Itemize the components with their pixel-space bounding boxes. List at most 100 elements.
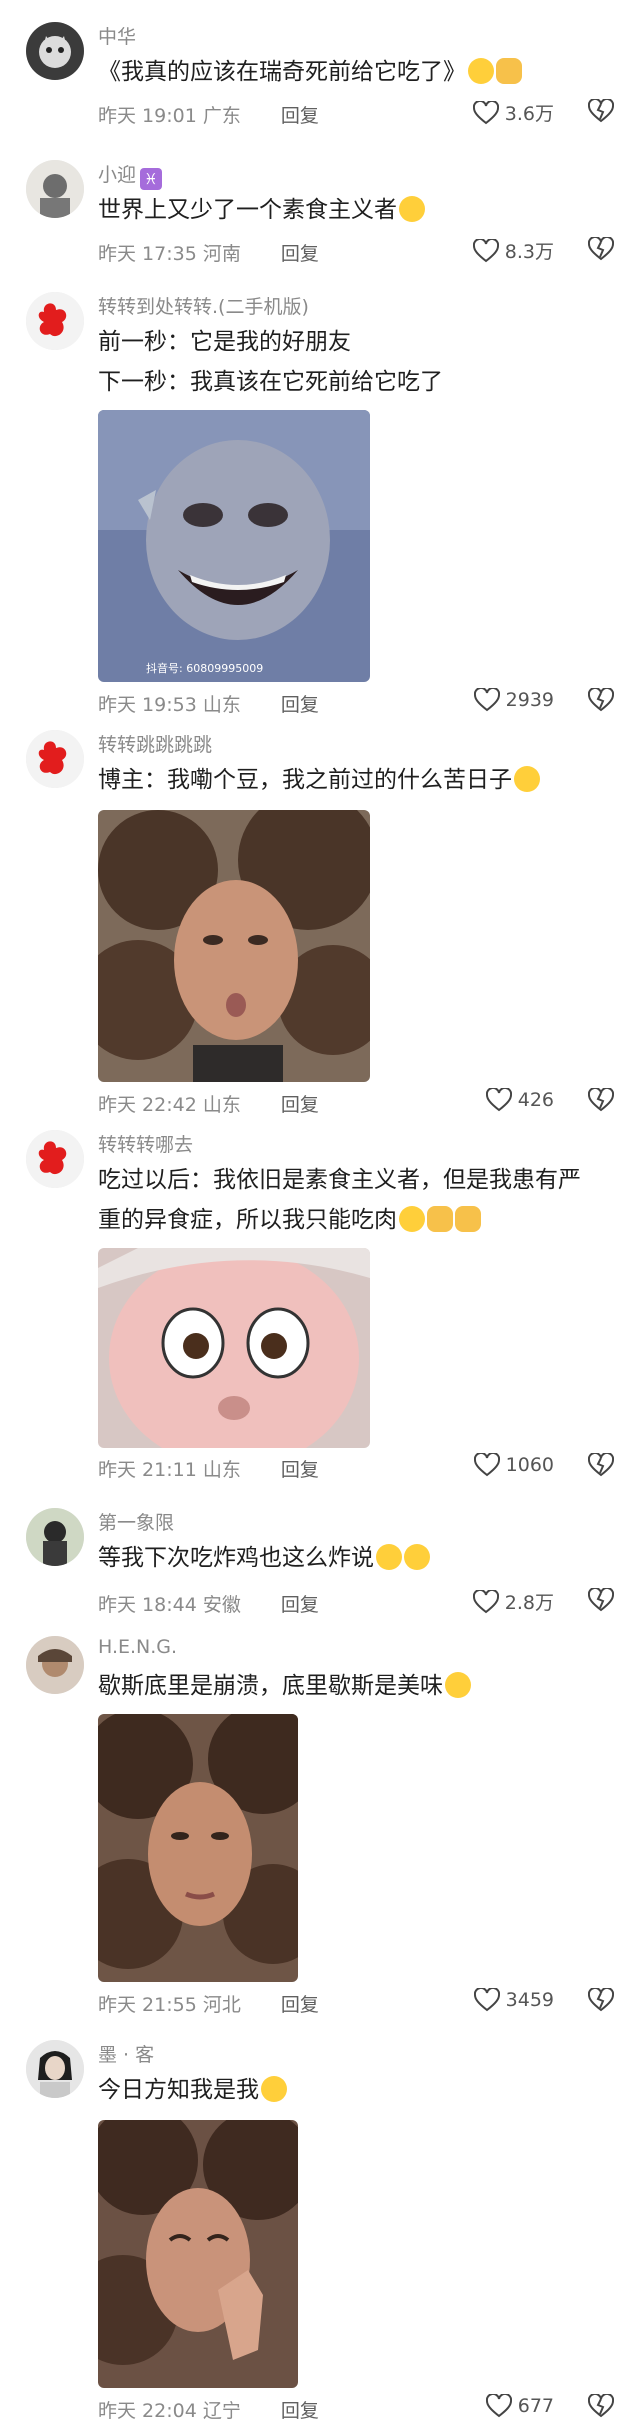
comment-time: 昨天 21:55 xyxy=(98,1994,197,2016)
comment-text: 博主：我嘞个豆，我之前过的什么苦日子 xyxy=(98,760,618,800)
comment-meta: 昨天 21:55 河北 回复 xyxy=(98,1990,319,2017)
comment-text: 歇斯底里是崩溃，底里歇斯是美味 xyxy=(98,1666,618,1706)
like-count: 3.6万 xyxy=(504,103,554,125)
comment-text-line: 吃过以后：我依旧是素食主义者，但是我患有严 xyxy=(98,1167,581,1193)
heart-outline-icon xyxy=(473,688,500,712)
like-button[interactable]: 2939 xyxy=(473,688,554,712)
comment-location: 广东 xyxy=(202,105,241,127)
comment-location: 河北 xyxy=(202,1994,241,2016)
grin-emoji xyxy=(376,1544,402,1570)
comment-text: 等我下次吃炸鸡也这么炸说 xyxy=(98,1538,618,1578)
cry-emoji xyxy=(514,766,540,792)
dislike-button[interactable] xyxy=(587,2392,615,2422)
dislike-button[interactable] xyxy=(587,1451,615,1481)
pisces-badge: ♓ xyxy=(140,168,163,190)
grin-emoji xyxy=(404,1544,430,1570)
heart-outline-icon xyxy=(473,1453,500,1477)
like-count: 3459 xyxy=(505,1989,554,2011)
avatar[interactable] xyxy=(26,292,84,350)
grin-emoji xyxy=(399,1206,425,1232)
comment-image[interactable] xyxy=(98,810,370,1082)
like-button[interactable]: 3.6万 xyxy=(472,99,554,126)
avatar[interactable] xyxy=(26,1130,84,1188)
avatar[interactable] xyxy=(26,22,84,80)
comment-location: 安徽 xyxy=(202,1594,241,1616)
avatar[interactable] xyxy=(26,160,84,218)
comment-text-line: 歇斯底里是崩溃，底里歇斯是美味 xyxy=(98,1673,443,1699)
reply-button[interactable]: 回复 xyxy=(281,1594,319,1616)
comment-image[interactable]: 抖音号: 60809995009 xyxy=(98,410,370,682)
comment-meta: 昨天 22:04 辽宁 回复 xyxy=(98,2396,319,2423)
comment-meta: 昨天 22:42 山东 回复 xyxy=(98,1090,319,1117)
dislike-button[interactable] xyxy=(587,235,615,265)
comment-time: 昨天 21:11 xyxy=(98,1459,197,1481)
dislike-button[interactable] xyxy=(587,1586,615,1616)
avatar[interactable] xyxy=(26,730,84,788)
comment-meta: 昨天 17:35 河南 回复 xyxy=(98,239,319,266)
dislike-button[interactable] xyxy=(587,1986,615,2016)
broken-heart-icon xyxy=(587,686,615,712)
comment-time: 昨天 19:01 xyxy=(98,105,197,127)
broken-heart-icon xyxy=(587,1586,615,1612)
comment-location: 河南 xyxy=(202,243,241,265)
comment-text-line: 下一秒：我真该在它死前给它吃了 xyxy=(98,369,443,395)
hug-emoji xyxy=(399,196,425,222)
comment-image[interactable] xyxy=(98,2120,298,2388)
comment-meta: 昨天 18:44 安徽 回复 xyxy=(98,1590,319,1617)
thumbs-up-emoji xyxy=(496,58,522,84)
reply-button[interactable]: 回复 xyxy=(281,243,319,265)
media-watermark: 抖音号: 60809995009 xyxy=(146,662,264,675)
reply-button[interactable]: 回复 xyxy=(281,1994,319,2016)
heart-outline-icon xyxy=(472,1589,499,1613)
grin-emoji xyxy=(261,2076,287,2102)
dislike-button[interactable] xyxy=(587,686,615,716)
heart-outline-icon xyxy=(473,1988,500,2012)
like-button[interactable]: 3459 xyxy=(473,1988,554,2012)
like-count: 677 xyxy=(517,2395,554,2417)
avatar[interactable] xyxy=(26,2040,84,2098)
comment-text-line: 等我下次吃炸鸡也这么炸说 xyxy=(98,1545,374,1571)
comment-text-line: 博主：我嘞个豆，我之前过的什么苦日子 xyxy=(98,767,512,793)
username[interactable]: 转转转哪去 xyxy=(98,1130,193,1157)
username[interactable]: H.E.N.G. xyxy=(98,1636,177,1658)
like-button[interactable]: 8.3万 xyxy=(472,237,554,264)
like-count: 426 xyxy=(517,1089,554,1111)
comment-text: 世界上又少了一个素食主义者 xyxy=(98,190,618,230)
broken-heart-icon xyxy=(587,235,615,261)
comment-text: 今日方知我是我 xyxy=(98,2070,618,2110)
reply-button[interactable]: 回复 xyxy=(281,1094,319,1116)
reply-button[interactable]: 回复 xyxy=(281,1459,319,1481)
like-count: 2939 xyxy=(505,689,554,711)
username[interactable]: 小迎 ♓ xyxy=(98,160,163,190)
username[interactable]: 转转跳跳跳跳 xyxy=(98,730,212,757)
like-count: 8.3万 xyxy=(504,241,554,263)
comment-image[interactable] xyxy=(98,1714,298,1982)
comment-text: 《我真的应该在瑞奇死前给它吃了》 xyxy=(98,52,618,92)
reply-button[interactable]: 回复 xyxy=(281,2400,319,2422)
ok-hand-emoji xyxy=(427,1206,453,1232)
dislike-button[interactable] xyxy=(587,97,615,127)
like-button[interactable]: 1060 xyxy=(473,1453,554,1477)
avatar[interactable] xyxy=(26,1508,84,1566)
like-count: 2.8万 xyxy=(504,1592,554,1614)
like-button[interactable]: 677 xyxy=(485,2394,554,2418)
dislike-button[interactable] xyxy=(587,1086,615,1116)
like-button[interactable]: 426 xyxy=(485,1088,554,1112)
username[interactable]: 墨 · 客 xyxy=(98,2040,154,2067)
username[interactable]: 转转到处转转.(二手机版) xyxy=(98,292,309,319)
avatar[interactable] xyxy=(26,1636,84,1694)
like-button[interactable]: 2.8万 xyxy=(472,1588,554,1615)
reply-button[interactable]: 回复 xyxy=(281,105,319,127)
username[interactable]: 第一象限 xyxy=(98,1508,174,1535)
comment-text-line: 《我真的应该在瑞奇死前给它吃了》 xyxy=(98,59,466,85)
heart-outline-icon xyxy=(485,2394,512,2418)
comment-location: 山东 xyxy=(202,1094,241,1116)
reply-button[interactable]: 回复 xyxy=(281,694,319,716)
comment-time: 昨天 19:53 xyxy=(98,694,197,716)
comment-location: 山东 xyxy=(202,1459,241,1481)
smile-emoji xyxy=(445,1672,471,1698)
comment-image[interactable] xyxy=(98,1248,370,1448)
comment-text-line: 重的异食症，所以我只能吃肉 xyxy=(98,1207,397,1233)
username[interactable]: 中华 xyxy=(98,22,136,49)
comment-location: 山东 xyxy=(202,694,241,716)
